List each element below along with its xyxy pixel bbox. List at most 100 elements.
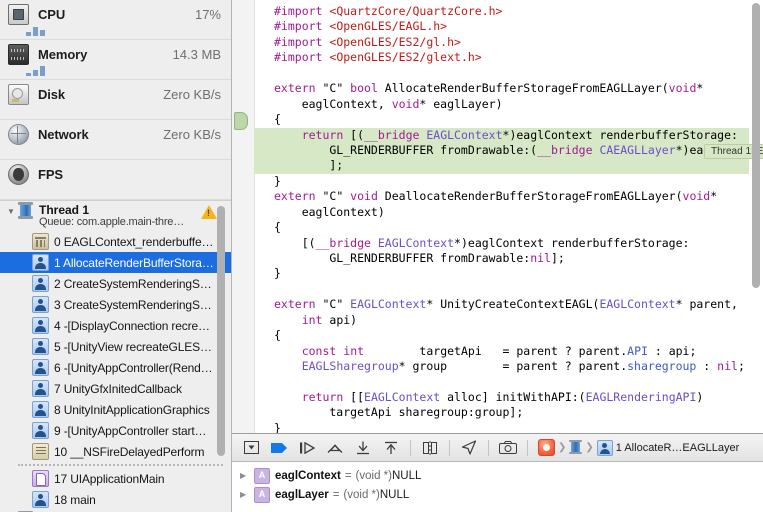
stack-frame-row[interactable]: 10 __NSFireDelayedPerform [0, 441, 231, 462]
gauge-label: Network [38, 126, 89, 142]
continue-button[interactable] [266, 437, 292, 459]
stack-frame-label: 17 UIApplicationMain [54, 471, 165, 486]
stack-frame-row[interactable]: 18 main [0, 489, 231, 510]
navigator-scrollbar[interactable] [217, 206, 225, 456]
spool-icon[interactable] [569, 440, 583, 455]
gauge-sparkline [26, 65, 45, 76]
stack-frame-row[interactable]: 4 -[DisplayConnection recre… [0, 315, 231, 336]
step-over-button[interactable] [294, 437, 320, 459]
person-icon [32, 359, 49, 376]
variable-value: NULL [379, 488, 410, 501]
code-line: #import <QuartzCore/QuartzCore.h> [274, 4, 503, 18]
source-code[interactable]: #import <QuartzCore/QuartzCore.h> #import… [254, 0, 749, 433]
person-icon [32, 491, 49, 508]
code-line: extern "C" EAGLContext* UnityCreateConte… [274, 297, 738, 312]
stack-frame-row[interactable]: 7 UnityGfxInitedCallback [0, 378, 231, 399]
person-icon [32, 401, 49, 418]
debug-memory-graph-button[interactable] [495, 437, 521, 459]
code-line: extern "C" void DeallocateRenderBufferSt… [274, 189, 718, 204]
source-editor[interactable]: #import <QuartzCore/QuartzCore.h> #import… [232, 0, 763, 434]
stack-frame-row[interactable]: 6 -[UnityAppController(Rend… [0, 357, 231, 378]
thread-row[interactable]: Thread 1Queue: com.apple.main-thre… [0, 201, 231, 231]
program-counter-icon [234, 112, 248, 130]
cpu-icon [8, 3, 29, 25]
chevron-right-icon[interactable] [240, 490, 254, 499]
stack-frame-label: 8 UnityInitApplicationGraphics [54, 402, 210, 417]
frame-crumb-label[interactable]: 1 AllocateR…EAGLLayer [616, 442, 740, 454]
gauge-memory[interactable]: Memory 14.3 MB [0, 40, 231, 80]
chevron-down-icon[interactable] [4, 202, 18, 221]
step-into-button[interactable] [322, 437, 348, 459]
hide-debug-area-button[interactable] [238, 437, 264, 459]
gauge-row: Disk Zero KB/s [0, 80, 231, 108]
stack-frame-label: 5 -[UnityView recreateGLES… [54, 339, 212, 354]
debug-navigator: CPU 17% Memory 14.3 MB Disk Zero KB/s Network Z… [0, 0, 232, 512]
chevron-right-icon[interactable] [240, 471, 254, 480]
stack-frame-label: 3 CreateSystemRenderingS… [54, 297, 212, 312]
person-icon [32, 338, 49, 355]
gauge-value: 14.3 MB [172, 46, 221, 62]
person-icon [32, 275, 49, 292]
editor-scrollbar[interactable] [752, 3, 760, 288]
variable-row[interactable]: AeaglContext=(void *) NULL [232, 466, 763, 485]
network-icon [8, 123, 29, 145]
stack-frame-row[interactable]: 9 -[UnityAppController start… [0, 420, 231, 441]
equals-sign: = [332, 488, 340, 501]
argument-badge: A [254, 467, 270, 484]
code-line: const int targetApi = parent ? parent.AP… [301, 343, 697, 358]
library-icon [32, 233, 49, 250]
code-line: } [274, 420, 281, 433]
debug-gauges-list: CPU 17% Memory 14.3 MB Disk Zero KB/s Network Z… [0, 0, 231, 200]
code-line: return [[EAGLContext alloc] initWithAPI:… [301, 389, 704, 404]
debug-view-hierarchy-button[interactable] [417, 437, 443, 459]
stack-frame-row[interactable]: 2 CreateSystemRenderingS… [0, 273, 231, 294]
code-line: return [(__bridge EAGLContext*)eaglConte… [254, 127, 749, 143]
fps-icon [8, 163, 29, 185]
thread-text: Thread 1 Queue: com.apple.main-thre… [39, 202, 184, 228]
person-icon [32, 317, 49, 334]
simulate-location-button[interactable] [456, 437, 482, 459]
variable-row[interactable]: AeaglLayer=(void *) NULL [232, 485, 763, 504]
code-line: EAGLSharegroup* group = parent ? parent.… [301, 359, 745, 374]
gauge-disk[interactable]: Disk Zero KB/s [0, 80, 231, 120]
code-line: targetApi sharegroup:group]; [274, 405, 524, 420]
gauge-fps[interactable]: FPS [0, 160, 231, 200]
gauge-value: 17% [194, 6, 221, 22]
memory-icon [8, 43, 29, 65]
code-line: } [274, 266, 281, 281]
gauge-row: FPS [0, 160, 231, 188]
toolbar-divider [410, 439, 411, 456]
gauge-network[interactable]: Network Zero KB/s [0, 120, 231, 160]
code-line: #import <OpenGLES/ES2/glext.h> [274, 50, 482, 65]
stack-frame-row[interactable]: 5 -[UnityView recreateGLES… [0, 336, 231, 357]
person-icon[interactable] [596, 439, 613, 456]
stack-frame-label: 7 UnityGfxInitedCallback [54, 381, 182, 396]
code-line: GL_RENDERBUFFER fromDrawable:(__bridge C… [254, 142, 749, 159]
stack-frame-row[interactable]: 0 EAGLContext_renderbuffe… [0, 231, 231, 252]
code-line: { [274, 328, 281, 343]
toolbar-divider [449, 439, 450, 456]
stack-frame-row[interactable]: 1 AllocateRenderBufferStora… [0, 252, 231, 273]
stack-frame-row[interactable]: 17 UIApplicationMain [0, 468, 231, 489]
gauge-row: CPU 17% [0, 0, 231, 28]
variable-name: eaglLayer [275, 488, 329, 501]
stack-frame-row[interactable]: 8 UnityInitApplicationGraphics [0, 399, 231, 420]
equals-sign: = [344, 469, 352, 482]
step-out-button[interactable] [350, 437, 376, 459]
chevron-right-icon: ❯ [558, 442, 567, 453]
gauge-cpu[interactable]: CPU 17% [0, 0, 231, 40]
editor-and-debug-area: #import <QuartzCore/QuartzCore.h> #import… [232, 0, 763, 512]
code-line: GL_RENDERBUFFER fromDrawable:nil]; [274, 251, 565, 265]
editor-gutter[interactable] [232, 0, 255, 433]
chevron-right-icon: ❯ [585, 442, 594, 453]
disk-icon [8, 83, 29, 105]
stack-frame-row[interactable]: 3 CreateSystemRenderingS… [0, 294, 231, 315]
stack-frame-label: 4 -[DisplayConnection recre… [54, 318, 210, 333]
thread-queue: Queue: com.apple.main-thre… [39, 216, 185, 228]
code-line: } [274, 173, 281, 188]
code-line: int api) [301, 312, 358, 327]
variables-view[interactable]: AeaglContext=(void *) NULLAeaglLayer=(vo… [232, 462, 763, 512]
app-icon[interactable] [538, 439, 555, 456]
step-out-alt-button[interactable] [378, 437, 404, 459]
